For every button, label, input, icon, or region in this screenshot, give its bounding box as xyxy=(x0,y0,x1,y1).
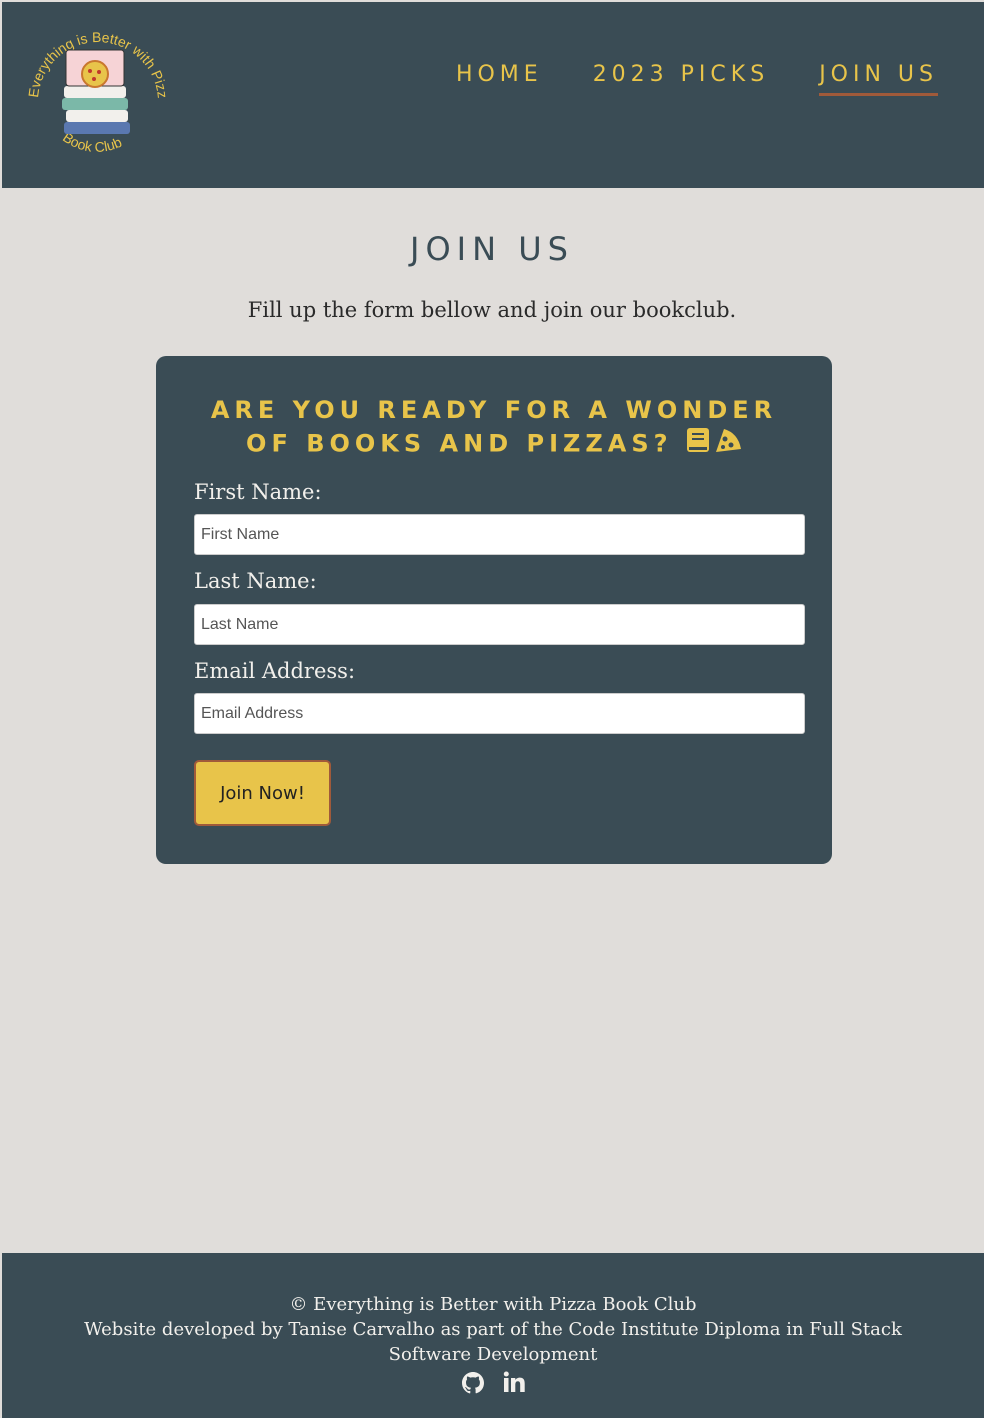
nav-join-us[interactable]: JOIN US xyxy=(819,62,938,96)
github-icon[interactable] xyxy=(461,1371,485,1395)
signup-form-card: ARE YOU READY FOR A WONDER OF BOOKS AND … xyxy=(156,356,832,864)
intro-text: Fill up the form bellow and join our boo… xyxy=(247,298,737,322)
last-name-label: Last Name: xyxy=(194,569,317,593)
form-heading-line2: OF BOOKS AND PIZZAS? xyxy=(246,429,673,458)
page-title: JOIN US xyxy=(410,230,574,268)
nav-2023-picks[interactable]: 2023 PICKS xyxy=(593,62,770,96)
email-input[interactable] xyxy=(194,693,805,734)
main-nav: HOME 2023 PICKS JOIN US xyxy=(456,62,938,96)
nav-home[interactable]: HOME xyxy=(456,62,543,96)
heading-icons xyxy=(686,427,742,462)
first-name-label: First Name: xyxy=(194,480,322,504)
join-now-button[interactable]: Join Now! xyxy=(194,760,331,826)
footer-credits: Website developed by Tanise Carvalho as … xyxy=(84,1319,902,1365)
book-club-logo[interactable]: Everything is Better with Pizza Book Clu… xyxy=(14,0,171,164)
form-heading: ARE YOU READY FOR A WONDER OF BOOKS AND … xyxy=(176,394,812,462)
first-name-input[interactable] xyxy=(194,514,805,555)
email-label: Email Address: xyxy=(194,659,356,683)
form-heading-line1: ARE YOU READY FOR A WONDER xyxy=(210,396,778,424)
site-footer: © Everything is Better with Pizza Book C… xyxy=(2,1253,984,1418)
site-header: Everything is Better with Pizza Book Clu… xyxy=(2,0,984,188)
book-icon xyxy=(686,427,710,462)
pizza-icon xyxy=(714,427,742,462)
social-links xyxy=(2,1371,984,1395)
last-name-input[interactable] xyxy=(194,604,805,645)
linkedin-icon[interactable] xyxy=(503,1371,525,1395)
footer-copyright: © Everything is Better with Pizza Book C… xyxy=(289,1294,697,1315)
